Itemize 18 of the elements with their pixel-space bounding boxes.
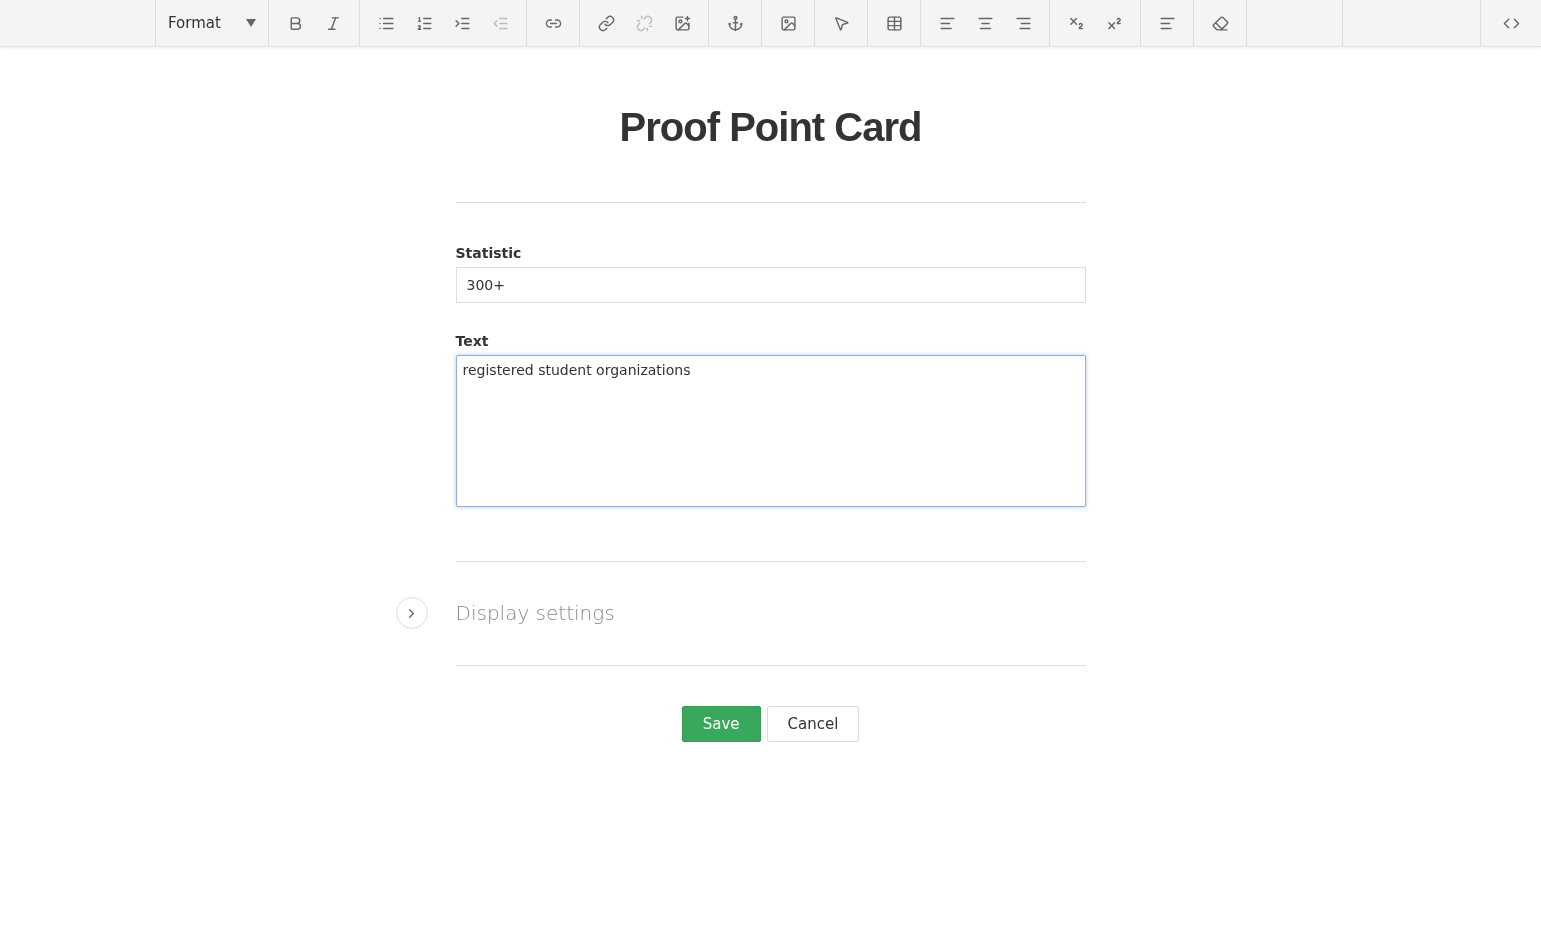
section-title[interactable]: Display settings bbox=[455, 601, 615, 625]
image-add-icon bbox=[673, 14, 691, 32]
anchor-icon bbox=[726, 14, 744, 32]
field-label: Statistic bbox=[455, 245, 523, 261]
field-label: Text bbox=[455, 333, 490, 349]
input-field[interactable]: 300+ bbox=[455, 267, 1086, 303]
unlink-icon bbox=[635, 14, 653, 32]
link-icon bbox=[597, 14, 615, 32]
page-title: Proof Point Card bbox=[618, 105, 923, 150]
eraser-icon bbox=[1211, 14, 1229, 32]
numbered-list-icon bbox=[415, 14, 433, 32]
format-dropdown[interactable]: Format bbox=[156, 0, 269, 46]
table-icon bbox=[885, 14, 903, 32]
pointer-icon bbox=[832, 14, 850, 32]
cancel-button[interactable]: Cancel bbox=[766, 706, 860, 742]
text-area[interactable]: registered student organizations bbox=[455, 355, 1086, 507]
image-icon bbox=[779, 14, 797, 32]
caret-icon bbox=[246, 19, 256, 27]
